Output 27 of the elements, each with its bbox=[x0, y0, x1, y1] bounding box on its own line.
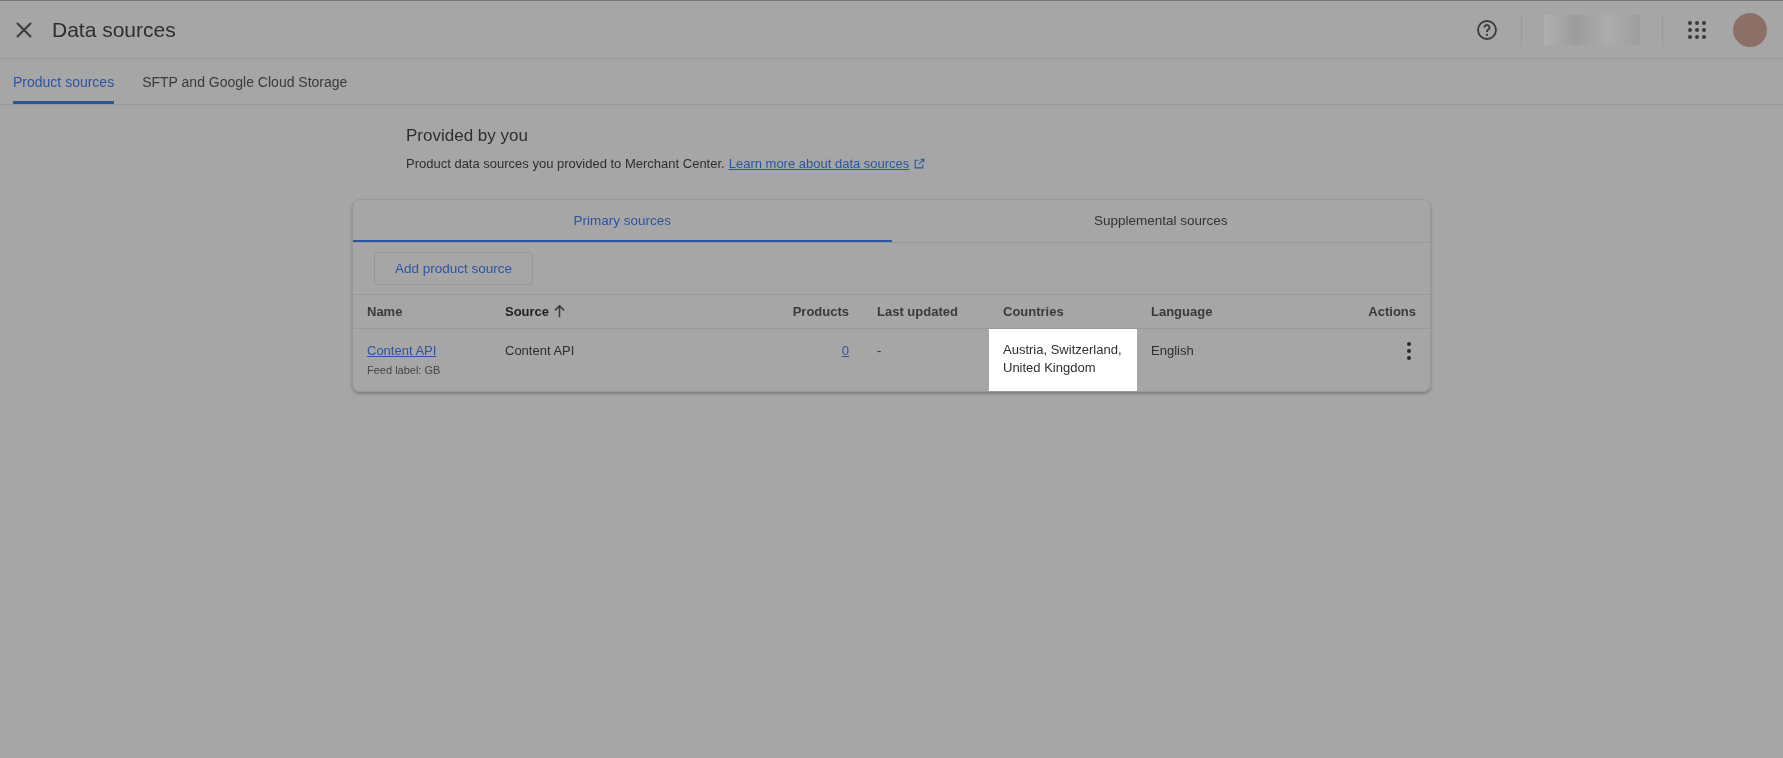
column-header[interactable]: Last updated bbox=[877, 304, 958, 319]
column-header[interactable]: Countries bbox=[1003, 304, 1064, 319]
products-count-link[interactable]: 0 bbox=[841, 343, 849, 358]
page-tab[interactable]: Product sources bbox=[13, 59, 115, 104]
add-product-source-button[interactable]: Add product source bbox=[374, 252, 534, 285]
source-type-tab[interactable]: Primary sources bbox=[353, 200, 892, 242]
help-button[interactable] bbox=[1475, 17, 1499, 42]
feed-label: Feed label: GB bbox=[367, 364, 442, 376]
table-cell: Content API bbox=[505, 343, 575, 358]
page-tab[interactable]: SFTP and Google Cloud Storage bbox=[142, 59, 348, 104]
column-header[interactable]: Language bbox=[1151, 304, 1213, 319]
source-type-tab[interactable]: Supplemental sources bbox=[891, 200, 1430, 242]
column-header[interactable]: Actions bbox=[1368, 304, 1416, 319]
column-header[interactable]: Source bbox=[505, 304, 550, 319]
section-heading: Provided by you bbox=[406, 126, 529, 146]
countries-text: Austria, Switzerland, United Kingdom bbox=[1003, 342, 1122, 375]
table-cell: - bbox=[877, 343, 882, 358]
page-title: Data sources bbox=[52, 17, 176, 42]
table-cell: English bbox=[1151, 343, 1194, 358]
column-header[interactable]: Products bbox=[792, 304, 849, 319]
external-link-icon bbox=[913, 157, 927, 170]
learn-more-link[interactable]: Learn more about data sources bbox=[728, 156, 927, 171]
source-name-link[interactable]: Content API bbox=[367, 343, 437, 358]
help-icon bbox=[1475, 17, 1499, 42]
column-header[interactable]: Name bbox=[367, 304, 403, 319]
more-vertical-icon bbox=[1407, 342, 1411, 360]
section-description: Product data sources you provided to Merchant Center. bbox=[406, 156, 725, 171]
